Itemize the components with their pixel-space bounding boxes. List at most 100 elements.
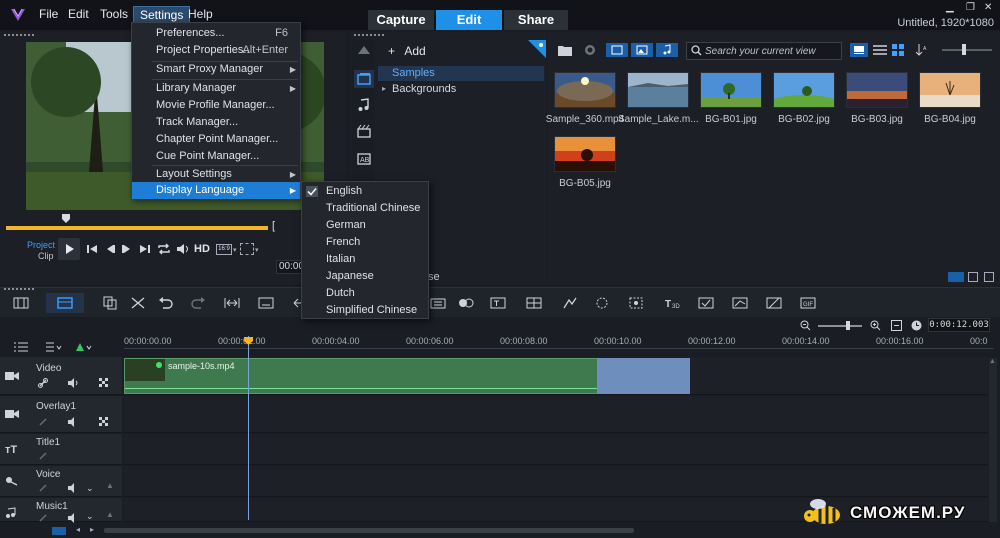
aspect-dropdown-icon[interactable]: ▾ bbox=[233, 246, 237, 254]
gif-creator-icon[interactable]: GIF bbox=[800, 296, 816, 310]
mix-tools-icon[interactable] bbox=[130, 296, 146, 310]
redo-icon[interactable] bbox=[190, 296, 206, 310]
timeline-ruler[interactable]: 00:00:00.00 00:00:02.00 00:00:04.00 00:0… bbox=[124, 336, 994, 354]
aspect-ratio-button[interactable]: 16:9 bbox=[216, 244, 232, 255]
menu-item-layout-settings[interactable]: Layout Settings ▶ bbox=[132, 166, 300, 183]
language-option-dutch[interactable]: Dutch bbox=[302, 285, 428, 302]
previous-frame-icon[interactable] bbox=[104, 243, 116, 255]
instant-project-icon[interactable] bbox=[357, 124, 371, 138]
language-option-german[interactable]: German bbox=[302, 217, 428, 234]
menu-item-movie-profile-manager[interactable]: Movie Profile Manager... bbox=[132, 97, 300, 114]
media-thumbnail-bg-b03[interactable] bbox=[846, 72, 908, 108]
show-videos-toggle[interactable] bbox=[606, 43, 628, 57]
expand-chevron-icon[interactable]: ⌄ bbox=[86, 511, 94, 522]
audio-category-icon[interactable] bbox=[357, 98, 371, 112]
collapse-up-icon[interactable] bbox=[358, 46, 370, 54]
track-manager-icon[interactable] bbox=[14, 342, 28, 352]
menu-help[interactable]: Help bbox=[188, 7, 213, 21]
menu-item-chapter-point-manager[interactable]: Chapter Point Manager... bbox=[132, 131, 300, 148]
zoom-slider-handle[interactable] bbox=[846, 321, 850, 330]
restore-icon[interactable]: ❐ bbox=[966, 2, 975, 13]
go-to-start-icon[interactable] bbox=[86, 243, 98, 255]
repeat-icon[interactable] bbox=[157, 243, 171, 255]
menu-item-project-properties[interactable]: Project Properties... Alt+Enter bbox=[132, 42, 300, 59]
audio-ducking-icon[interactable] bbox=[732, 296, 748, 310]
search-input[interactable]: Search your current view bbox=[686, 42, 842, 60]
undo-icon[interactable] bbox=[158, 296, 174, 310]
crop-dropdown-icon[interactable]: ▾ bbox=[255, 246, 259, 254]
hd-toggle[interactable]: HD bbox=[194, 243, 210, 255]
volume-icon[interactable] bbox=[176, 243, 190, 255]
expand-panel-icon[interactable] bbox=[968, 272, 978, 282]
media-thumbnail-bg-b02[interactable] bbox=[773, 72, 835, 108]
auto-music-icon[interactable] bbox=[698, 296, 714, 310]
add-marker-icon[interactable] bbox=[76, 342, 92, 352]
track-transparency-icon[interactable] bbox=[99, 378, 109, 388]
clip-extension[interactable] bbox=[597, 358, 690, 394]
mask-creator-icon[interactable] bbox=[628, 296, 644, 310]
link-icon[interactable] bbox=[38, 417, 48, 427]
tab-share[interactable]: Share bbox=[504, 10, 568, 30]
media-thumbnail-sample-lake[interactable] bbox=[627, 72, 689, 108]
edit-panel-icon[interactable] bbox=[984, 272, 994, 282]
mute-icon[interactable] bbox=[68, 513, 80, 523]
zoom-slider[interactable] bbox=[818, 321, 862, 330]
menu-item-library-manager[interactable]: Library Manager ▶ bbox=[132, 80, 300, 97]
menu-tools[interactable]: Tools bbox=[100, 7, 128, 21]
overlay-track-lane[interactable] bbox=[124, 396, 988, 433]
expand-chevron-icon[interactable]: ⌄ bbox=[86, 483, 94, 494]
project-timecode[interactable]: 0:00:12.003 bbox=[928, 318, 990, 332]
playhead[interactable] bbox=[248, 336, 249, 520]
color-grading-icon[interactable] bbox=[766, 296, 782, 310]
scroll-left-icon[interactable]: ◂ bbox=[76, 525, 80, 534]
media-thumbnail-bg-b04[interactable] bbox=[919, 72, 981, 108]
thumbnail-view-button[interactable] bbox=[850, 43, 868, 57]
collapse-triangle-icon[interactable]: ▲ bbox=[106, 510, 114, 519]
pin-icon[interactable] bbox=[528, 40, 546, 58]
menu-file[interactable]: File bbox=[39, 7, 58, 21]
link-icon[interactable] bbox=[38, 513, 48, 523]
add-folder-button[interactable]: + Add bbox=[388, 44, 426, 58]
backgrounds-folder[interactable]: ▸ Backgrounds bbox=[382, 83, 542, 98]
mark-in-bracket[interactable]: [ bbox=[272, 220, 275, 232]
scrubber-handle[interactable] bbox=[62, 214, 70, 224]
menu-item-display-language[interactable]: Display Language ▶ bbox=[132, 182, 300, 199]
track-header-title1[interactable]: ᴛT Title1 bbox=[0, 434, 122, 465]
fit-timeline-icon[interactable] bbox=[224, 296, 240, 310]
playhead-handle[interactable] bbox=[244, 337, 253, 346]
language-option-japanese[interactable]: Japanese bbox=[302, 268, 428, 285]
zoom-out-icon[interactable] bbox=[800, 320, 811, 331]
subtitle-editor-icon[interactable] bbox=[258, 296, 274, 310]
zoom-in-icon[interactable] bbox=[870, 320, 881, 331]
timecode-display[interactable]: 00:00 bbox=[276, 260, 302, 274]
language-option-traditional-chinese[interactable]: Traditional Chinese bbox=[302, 200, 428, 217]
language-option-english[interactable]: English bbox=[302, 183, 428, 200]
mute-icon[interactable] bbox=[68, 378, 80, 388]
title-editor-icon[interactable] bbox=[490, 296, 506, 310]
tab-capture[interactable]: Capture bbox=[368, 10, 434, 30]
minimize-icon[interactable]: ▁ bbox=[946, 2, 954, 13]
sort-icon[interactable]: A bbox=[916, 44, 928, 56]
scroll-right-icon[interactable]: ▸ bbox=[90, 525, 94, 534]
samples-folder[interactable]: Samples bbox=[378, 66, 544, 81]
storyboard-view-icon[interactable] bbox=[13, 296, 29, 310]
track-header-overlay1[interactable]: Overlay1 bbox=[0, 396, 122, 433]
grid-layout-icon[interactable] bbox=[526, 296, 542, 310]
motion-tracking-icon[interactable] bbox=[562, 296, 578, 310]
track-header-voice[interactable]: Voice ⌄ ▲ bbox=[0, 466, 122, 497]
copy-icon[interactable] bbox=[102, 296, 118, 310]
track-header-music1[interactable]: Music1 ⌄ ▲ bbox=[0, 498, 122, 523]
language-option-french[interactable]: French bbox=[302, 234, 428, 251]
track-transparency-icon[interactable] bbox=[99, 417, 109, 427]
menu-edit[interactable]: Edit bbox=[68, 7, 89, 21]
menu-item-preferences[interactable]: Preferences... F6 bbox=[132, 25, 300, 42]
import-folder-icon[interactable] bbox=[558, 44, 572, 56]
trim-bar[interactable] bbox=[6, 226, 268, 230]
slider-handle[interactable] bbox=[962, 44, 966, 55]
menu-item-track-manager[interactable]: Track Manager... bbox=[132, 114, 300, 131]
track-header-video[interactable]: Video bbox=[0, 357, 122, 395]
scroll-up-icon[interactable]: ▲ bbox=[989, 358, 996, 365]
title-track-lane[interactable] bbox=[124, 434, 988, 465]
play-button[interactable] bbox=[58, 238, 80, 260]
timeline-view-button[interactable] bbox=[46, 293, 84, 313]
